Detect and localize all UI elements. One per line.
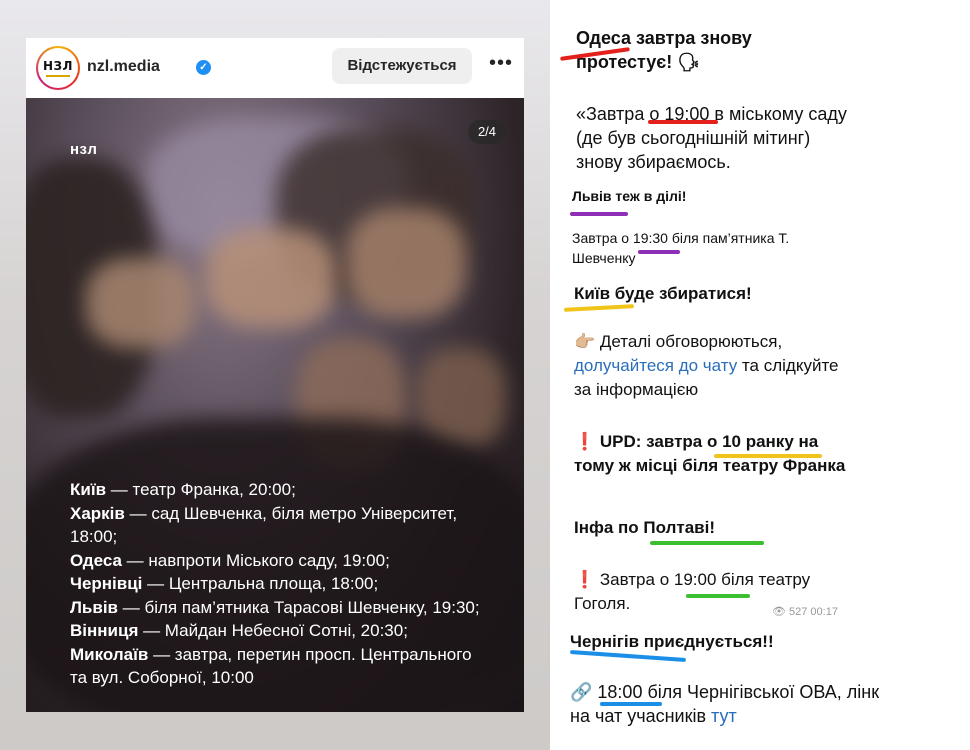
avatar-underline bbox=[46, 75, 70, 77]
message-body: 👉🏼 Деталі обговорюються, долучайтеся до … bbox=[574, 330, 859, 402]
avatar[interactable]: НЗЛ bbox=[36, 46, 80, 90]
city-name: Миколаїв bbox=[70, 644, 149, 664]
city-entry: Вінниця — Майдан Небесної Сотні, 20:30; bbox=[70, 619, 490, 643]
red-underline bbox=[648, 120, 718, 124]
avatar-inner: НЗЛ bbox=[38, 48, 78, 88]
following-button[interactable]: Відстежується bbox=[332, 48, 472, 84]
post-header: НЗЛ nzl.media ✓ Відстежується ••• bbox=[26, 38, 524, 98]
message-chernihiv: Чернігів приєднується!! 🔗 18:00 біля Чер… bbox=[566, 626, 882, 732]
city-name: Харків bbox=[70, 503, 125, 523]
views-counter: 👁 527 00:17 bbox=[772, 606, 838, 618]
city-name: Вінниця bbox=[70, 621, 139, 640]
city-detail: — біля пам’ятника Тарасові Шевченку, 19:… bbox=[118, 597, 480, 617]
placard bbox=[86, 258, 196, 348]
city-entry: Львів — біля пам’ятника Тарасові Шевченк… bbox=[70, 596, 490, 620]
post-image: 2/4 нзл Київ — театр Франка, 20:00; Харк… bbox=[26, 98, 524, 712]
city-detail: — сад Шевченка, біля метро Університет, … bbox=[70, 503, 458, 547]
more-dots-icon[interactable]: ••• bbox=[488, 50, 514, 80]
message-poltava: Інфа по Полтаві! ❗ Завтра о 19:00 біля т… bbox=[566, 508, 856, 624]
purple-underline bbox=[570, 212, 628, 216]
message-body: «Завтра о 19:00 в міському саду (де був … bbox=[576, 104, 847, 172]
verified-badge-icon: ✓ bbox=[196, 60, 211, 75]
message-body: Завтра о 19:30 біля пам’ятника Т. Шевчен… bbox=[572, 230, 790, 266]
city-name: Чернівці bbox=[70, 574, 143, 593]
city-entry: Чернівці — Центральна площа, 18:00; bbox=[70, 572, 490, 596]
page-counter: 2/4 bbox=[468, 120, 506, 144]
message-title: Інфа по Полтаві! bbox=[574, 518, 716, 537]
city-entry: Миколаїв — завтра, перетин просп. Центра… bbox=[70, 643, 490, 690]
avatar-logo-text: НЗЛ bbox=[42, 59, 74, 73]
city-detail: — Центральна площа, 18:00; bbox=[142, 574, 379, 593]
city-detail: — Майдан Небесної Сотні, 20:30; bbox=[138, 621, 408, 640]
city-detail: — навпроти Міського саду, 19:00; bbox=[121, 550, 390, 570]
city-entry: Одеса — навпроти Міського саду, 19:00; bbox=[70, 549, 490, 573]
message-kyiv: Київ буде збиратися! 👉🏼 Деталі обговорюю… bbox=[566, 278, 864, 504]
purple-underline bbox=[638, 250, 680, 254]
username-link[interactable]: nzl.media bbox=[87, 58, 160, 76]
city-name: Львів bbox=[70, 597, 119, 617]
yellow-underline bbox=[714, 454, 822, 458]
city-name: Одеса bbox=[70, 550, 122, 570]
green-underline bbox=[686, 594, 750, 598]
blue-underline bbox=[600, 702, 662, 706]
city-entry: Харків — сад Шевченка, біля метро Універ… bbox=[70, 502, 490, 549]
instagram-post: НЗЛ nzl.media ✓ Відстежується ••• 2/4 нз… bbox=[26, 38, 524, 712]
message-title: Чернігів приєднується!! bbox=[570, 632, 774, 651]
city-list: Київ — театр Франка, 20:00; Харків — сад… bbox=[70, 478, 490, 690]
green-underline bbox=[650, 541, 764, 545]
city-name: Київ bbox=[70, 480, 107, 499]
message-title: Київ буде збиратися! bbox=[574, 284, 752, 303]
city-detail: — театр Франка, 20:00; bbox=[106, 480, 296, 499]
placard bbox=[206, 228, 336, 328]
message-lviv: Львів теж в ділі! Завтра о 19:30 біля па… bbox=[566, 178, 812, 274]
message-odesa: Одеса завтра знову протестує! 🗣 «Завтра … bbox=[566, 20, 870, 175]
message-body-text: 👉🏼 Деталі обговорюються, bbox=[574, 332, 783, 351]
join-chat-link[interactable]: долучайтеся до чату bbox=[574, 356, 737, 375]
placard bbox=[346, 208, 466, 318]
city-entry: Київ — театр Франка, 20:00; bbox=[70, 478, 490, 502]
message-title: Львів теж в ділі! bbox=[572, 188, 687, 204]
post-brand-logo: нзл bbox=[70, 141, 98, 158]
participants-chat-link[interactable]: тут bbox=[711, 706, 737, 726]
